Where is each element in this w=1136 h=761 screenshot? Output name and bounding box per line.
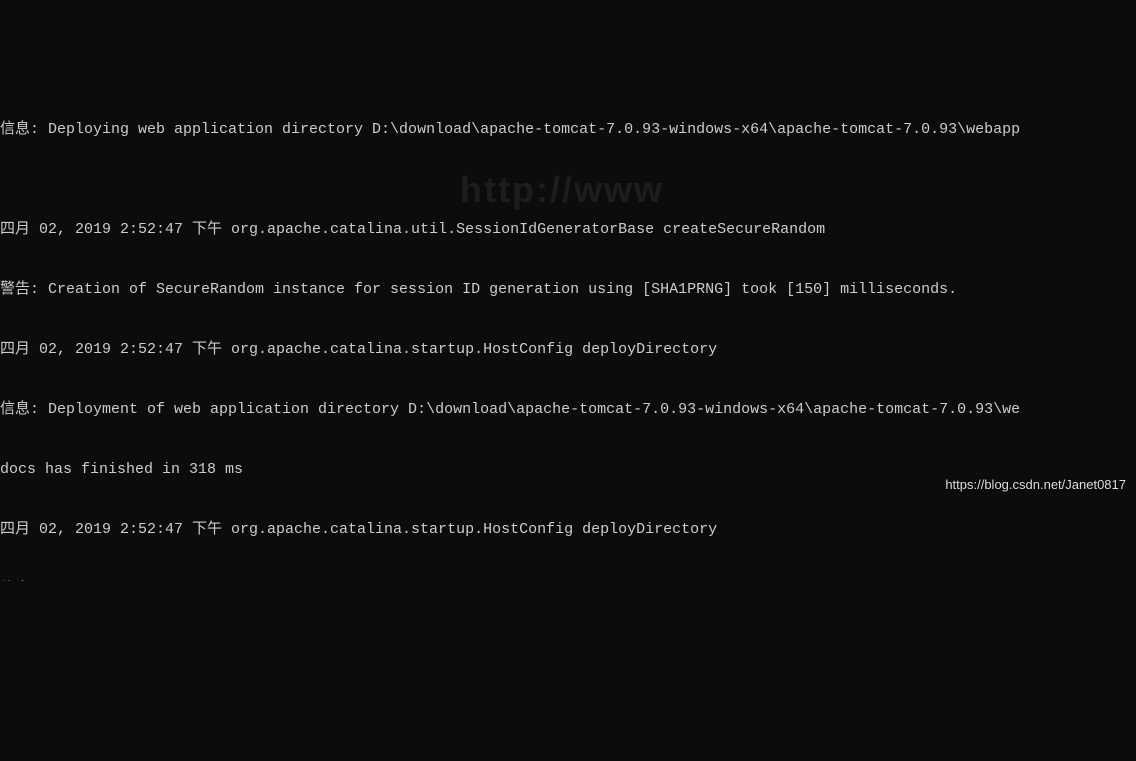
log-line: 警告: Creation of SecureRandom instance fo… [0,280,1136,300]
log-line: 信息: Deploying web application directory … [0,120,1136,140]
source-watermark: https://blog.csdn.net/Janet0817 [945,475,1126,495]
log-line: 四月 02, 2019 2:52:47 下午 org.apache.catali… [0,340,1136,360]
log-line: 信息: Deploying web application directory … [0,580,1136,581]
terminal-output[interactable]: 信息: Deploying web application directory … [0,80,1136,581]
log-line: 四月 02, 2019 2:52:47 下午 org.apache.catali… [0,220,1136,240]
log-line: 四月 02, 2019 2:52:47 下午 org.apache.catali… [0,520,1136,540]
log-line: 信息: Deployment of web application direct… [0,400,1136,420]
